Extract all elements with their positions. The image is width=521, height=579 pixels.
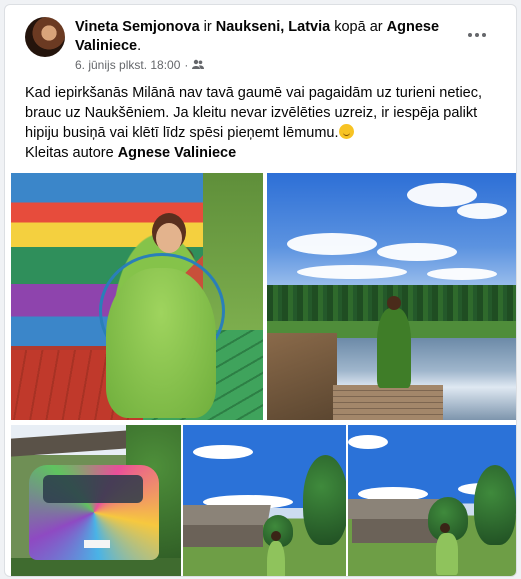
connector-is: ir: [203, 19, 212, 35]
connector-with: kopā ar: [334, 19, 383, 35]
author-name[interactable]: Vineta Semjonova: [75, 19, 200, 35]
author-line: Vineta Semjonova ir Naukseni, Latvia kop…: [75, 18, 465, 56]
tagged-suffix: .: [137, 38, 142, 54]
credit-label: Kleitas autore: [25, 145, 118, 161]
post-header: Vineta Semjonova ir Naukseni, Latvia kop…: [25, 17, 495, 72]
more-options-icon[interactable]: [463, 25, 491, 45]
credit-name-link[interactable]: Agnese Valiniece: [118, 145, 236, 161]
post-card: Vineta Semjonova ir Naukseni, Latvia kop…: [4, 4, 517, 577]
photo-woman-by-van[interactable]: [11, 173, 263, 420]
photo-barn-field-2[interactable]: [348, 425, 516, 576]
photo-painted-van[interactable]: [11, 425, 181, 576]
post-body: Kad iepirkšanās Milānā nav tavā gaumē va…: [25, 83, 505, 163]
post-meta: 6. jūnijs plkst. 18:00 ·: [75, 58, 205, 72]
meta-separator: ·: [184, 58, 189, 72]
post-date[interactable]: 6. jūnijs plkst. 18:00: [75, 58, 180, 72]
avatar[interactable]: [25, 17, 65, 57]
wink-emoji-icon: [338, 124, 354, 139]
photo-barn-field-1[interactable]: [183, 425, 346, 576]
friends-icon[interactable]: [192, 58, 205, 72]
post-text: Kad iepirkšanās Milānā nav tavā gaumē va…: [25, 85, 483, 141]
photo-pond-pier[interactable]: [267, 173, 516, 420]
location-link[interactable]: Naukseni, Latvia: [216, 19, 330, 35]
